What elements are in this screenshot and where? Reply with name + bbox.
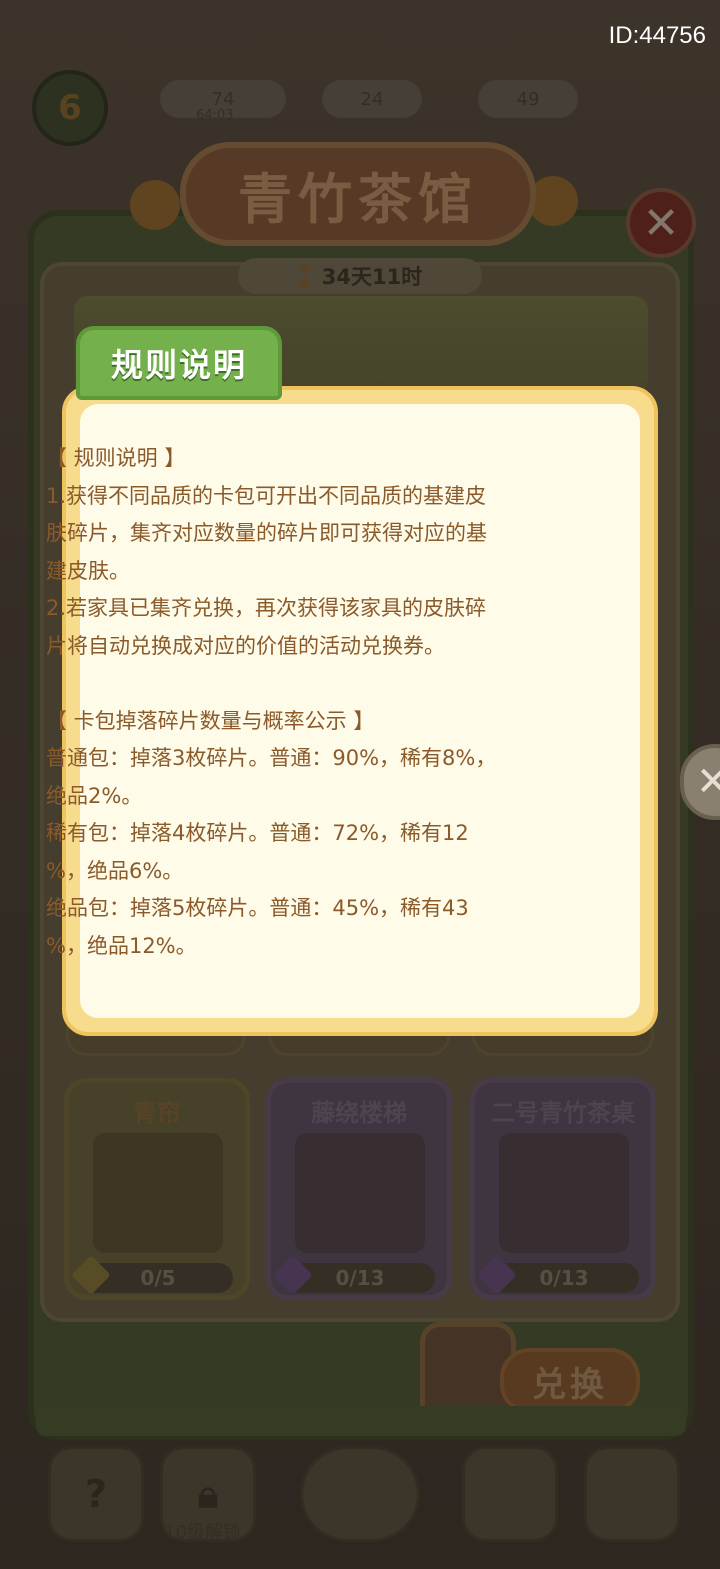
rules-tab: 规则说明 — [76, 326, 282, 400]
rules-blank-line — [46, 665, 566, 703]
close-icon: ✕ — [696, 759, 720, 805]
rules-line: %，绝品6%。 — [46, 858, 184, 883]
rules-line: 建皮肤。 — [46, 558, 130, 583]
rules-line: 2.若家具已集齐兑换，再次获得该家具的皮肤碎 — [46, 596, 487, 620]
rules-line: 稀有包：掉落4枚碎片。普通：72%，稀有12 — [46, 821, 469, 845]
rules-line: 普通包：掉落3枚碎片。普通：90%，稀有8%， — [46, 746, 497, 770]
rules-line: 【 卡包掉落碎片数量与概率公示 】 — [46, 708, 375, 733]
rules-line: 绝品2%。 — [46, 783, 143, 808]
rules-line: 绝品包：掉落5枚碎片。普通：45%，稀有43 — [46, 896, 469, 920]
rules-line: 肤碎片，集齐对应数量的碎片即可获得对应的基 — [46, 521, 487, 545]
rules-line: %，绝品12%。 — [46, 933, 197, 958]
rules-line: 片将自动兑换成对应的价值的活动兑换券。 — [46, 633, 445, 658]
user-id-label: ID:44756 — [608, 22, 706, 49]
rules-line: 1.获得不同品质的卡包可开出不同品质的基建皮 — [46, 483, 487, 508]
rules-text: 【 规则说明 】 1.获得不同品质的卡包可开出不同品质的基建皮 肤碎片，集齐对应数量… — [46, 440, 566, 965]
rules-line: 【 规则说明 】 — [46, 446, 186, 470]
